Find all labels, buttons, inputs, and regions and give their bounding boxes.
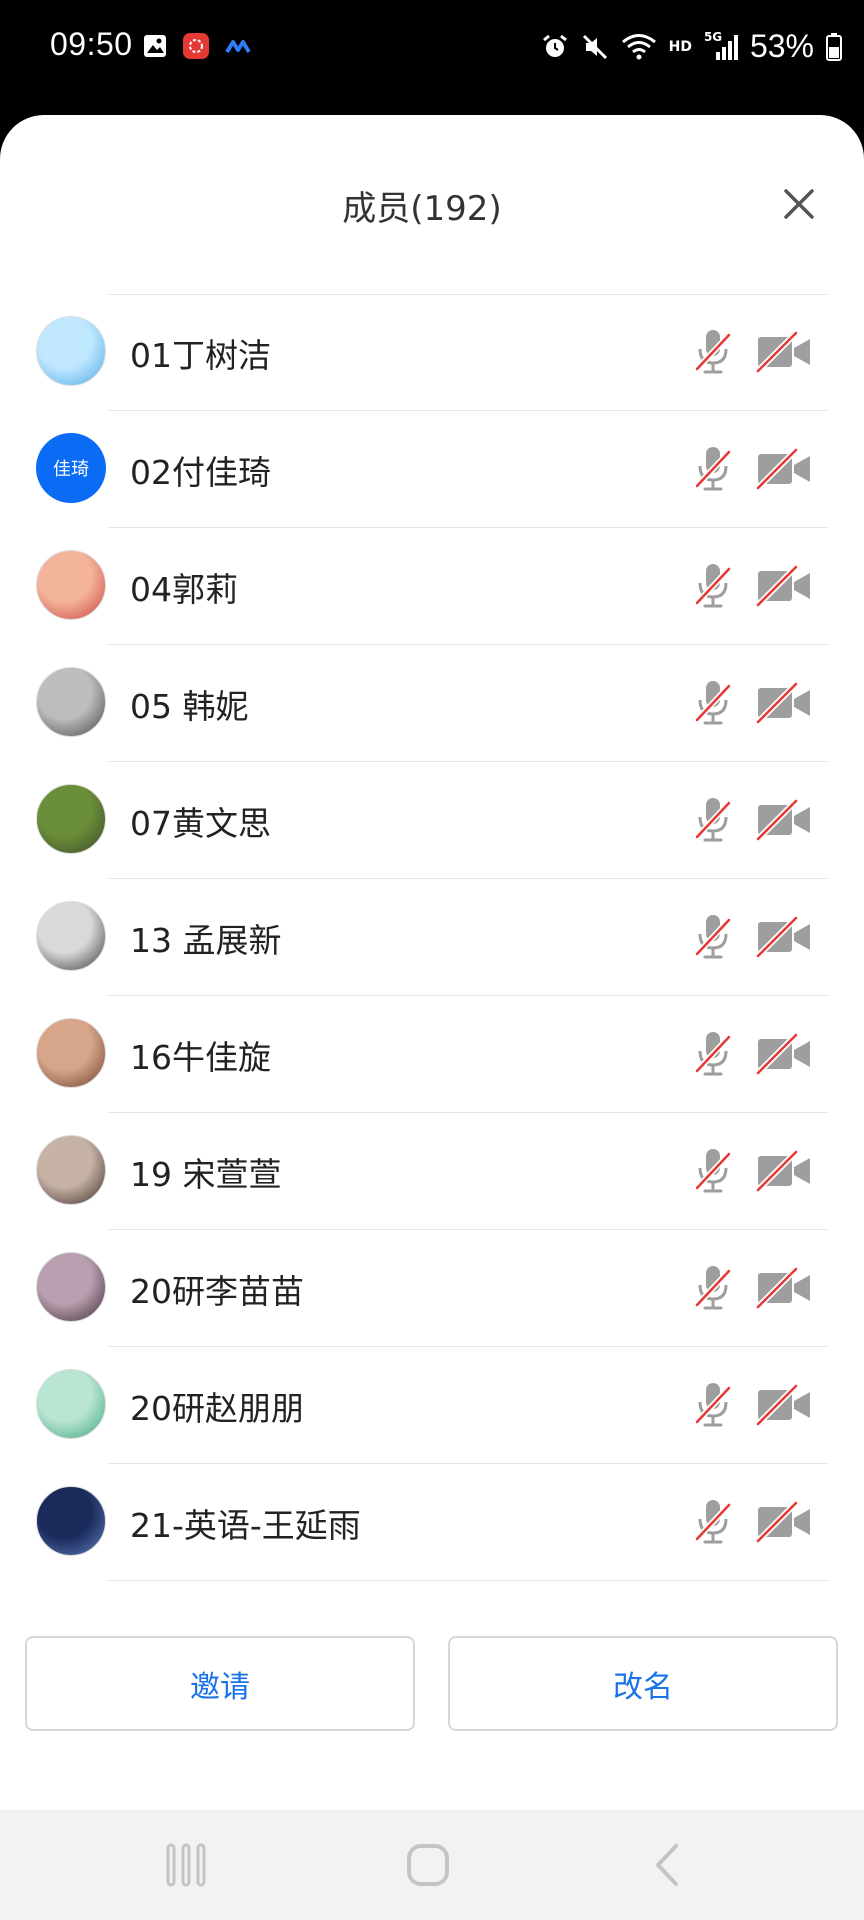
member-name: 21-英语-王延雨 xyxy=(130,1506,361,1545)
sheet-title: 成员(192) xyxy=(342,189,502,229)
mic-muted-icon[interactable] xyxy=(693,561,733,611)
mic-muted-icon[interactable] xyxy=(693,1263,733,1313)
member-row[interactable]: 16牛佳旋 xyxy=(0,996,864,1113)
mic-muted-icon[interactable] xyxy=(693,678,733,728)
mic-muted-icon[interactable] xyxy=(693,1029,733,1079)
avatar xyxy=(36,901,106,971)
avatar xyxy=(36,784,106,854)
row-divider xyxy=(108,1580,828,1581)
member-row[interactable]: 20研赵朋朋 xyxy=(0,1347,864,1464)
member-name: 19 宋萱萱 xyxy=(130,1155,282,1194)
camera-off-icon[interactable] xyxy=(756,565,812,607)
member-name: 07黄文思 xyxy=(130,804,271,843)
close-icon[interactable] xyxy=(774,179,824,229)
system-icons: HD 5G 53% xyxy=(541,28,842,65)
wifi-icon xyxy=(621,33,656,59)
member-name: 02付佳琦 xyxy=(130,453,271,492)
camera-off-icon[interactable] xyxy=(756,448,812,490)
mic-muted-icon[interactable] xyxy=(693,1380,733,1430)
member-row[interactable]: 05 韩妮 xyxy=(0,645,864,762)
avatar xyxy=(36,667,106,737)
navigation-bar xyxy=(0,1810,864,1920)
recent-apps-icon[interactable] xyxy=(165,1842,207,1888)
avatar xyxy=(36,1252,106,1322)
mic-muted-icon[interactable] xyxy=(693,1497,733,1547)
back-icon[interactable] xyxy=(652,1842,682,1888)
notification-icons xyxy=(142,32,252,60)
mic-muted-icon[interactable] xyxy=(693,327,733,377)
camera-off-icon[interactable] xyxy=(756,916,812,958)
gallery-icon xyxy=(144,35,166,57)
mic-muted-icon[interactable] xyxy=(693,444,733,494)
app-notification-icon xyxy=(183,33,209,59)
member-name: 20研赵朋朋 xyxy=(130,1389,304,1428)
status-time: 09:50 xyxy=(50,26,133,62)
invite-button[interactable]: 邀请 xyxy=(25,1636,415,1731)
network-label: HD xyxy=(668,38,692,55)
signal-label: 5G xyxy=(703,29,723,44)
alarm-icon xyxy=(542,34,567,57)
avatar: 佳琦 xyxy=(36,433,106,503)
camera-off-icon[interactable] xyxy=(756,1267,812,1309)
member-row[interactable]: 佳琦 02付佳琦 xyxy=(0,411,864,528)
avatar xyxy=(36,316,106,386)
camera-off-icon[interactable] xyxy=(756,1033,812,1075)
mic-muted-icon[interactable] xyxy=(693,1146,733,1196)
member-name: 13 孟展新 xyxy=(130,921,282,960)
battery-percent: 53% xyxy=(749,28,814,64)
member-name: 16牛佳旋 xyxy=(130,1038,271,1077)
member-row[interactable]: 13 孟展新 xyxy=(0,879,864,996)
member-row[interactable]: 21-英语-王延雨 xyxy=(0,1464,864,1581)
member-name: 01丁树洁 xyxy=(130,336,271,375)
avatar xyxy=(36,1369,106,1439)
camera-off-icon[interactable] xyxy=(756,682,812,724)
member-row[interactable]: 07黄文思 xyxy=(0,762,864,879)
avatar xyxy=(36,1135,106,1205)
mic-muted-icon[interactable] xyxy=(693,912,733,962)
member-row[interactable]: 01丁树洁 xyxy=(0,294,864,411)
avatar xyxy=(36,1018,106,1088)
member-row[interactable]: 19 宋萱萱 xyxy=(0,1113,864,1230)
members-sheet: 成员(192) 01丁树洁佳琦 02付佳琦 04郭莉 05 韩妮 07黄文思 13 孟展新… xyxy=(0,115,864,1810)
avatar xyxy=(36,1486,106,1556)
camera-off-icon[interactable] xyxy=(756,1150,812,1192)
mic-muted-icon[interactable] xyxy=(693,795,733,845)
mute-icon xyxy=(582,34,607,59)
avatar-initials: 佳琦 xyxy=(53,459,89,480)
signal-icon: 5G xyxy=(703,29,738,62)
camera-off-icon[interactable] xyxy=(756,1501,812,1543)
member-name: 05 韩妮 xyxy=(130,687,249,726)
status-bar: 09:50 HD 5G 53% xyxy=(0,0,864,100)
rename-button[interactable]: 改名 xyxy=(448,1636,838,1731)
battery-icon xyxy=(826,32,842,61)
avatar xyxy=(36,550,106,620)
member-row[interactable]: 20研李苗苗 xyxy=(0,1230,864,1347)
camera-off-icon[interactable] xyxy=(756,1384,812,1426)
home-icon[interactable] xyxy=(405,1842,451,1888)
app-notification-icon xyxy=(225,40,251,54)
member-row[interactable]: 04郭莉 xyxy=(0,528,864,645)
member-name: 04郭莉 xyxy=(130,570,238,609)
member-name: 20研李苗苗 xyxy=(130,1272,304,1311)
camera-off-icon[interactable] xyxy=(756,799,812,841)
camera-off-icon[interactable] xyxy=(756,331,812,373)
